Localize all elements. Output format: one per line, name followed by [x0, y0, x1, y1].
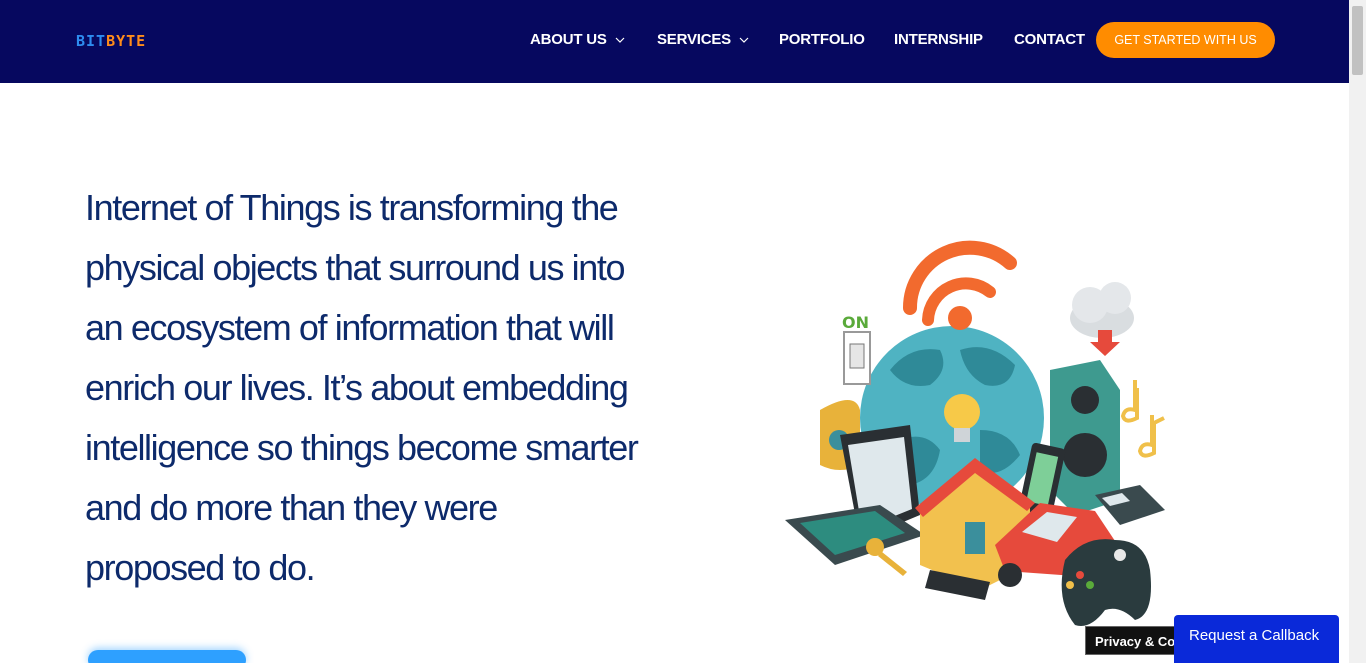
vertical-scrollbar[interactable] [1349, 0, 1366, 663]
nav-services-label: SERVICES [657, 31, 731, 48]
nav-about-us[interactable]: ABOUT US [530, 31, 625, 48]
nav-internship[interactable]: INTERNSHIP [894, 31, 983, 48]
hero-line: enrich our lives. It’s about embedding [85, 367, 629, 408]
privacy-cookies-button[interactable]: Privacy & Cookies [1085, 626, 1185, 655]
gamepad-icon [1061, 539, 1151, 626]
page: BITBYTE ABOUT US SERVICES PORTFOLIO INTE… [0, 0, 1366, 663]
chevron-down-icon [615, 37, 625, 43]
hero-heading: Internet of Things is transforming the p… [85, 178, 685, 598]
switch-icon: ON [842, 313, 871, 385]
nav-portfolio-label: PORTFOLIO [779, 31, 865, 48]
speaker-icon [1050, 360, 1120, 515]
nav-internship-label: INTERNSHIP [894, 31, 983, 48]
hero-line: proposed to do. [85, 547, 316, 588]
iot-illustration: ON [785, 240, 1165, 626]
hero-line: Internet of Things is transforming the [85, 187, 619, 228]
chevron-down-icon [739, 37, 749, 43]
hero-line: physical objects that surround us into [85, 247, 626, 288]
hero-button[interactable] [88, 650, 246, 663]
laptop-icon [785, 425, 925, 565]
nav-contact-label: CONTACT [1014, 31, 1085, 48]
hero-line: and do more than they were [85, 487, 498, 528]
music-note-icon [1120, 380, 1165, 458]
site-header: BITBYTE ABOUT US SERVICES PORTFOLIO INTE… [0, 0, 1349, 83]
nav-contact[interactable]: CONTACT [1014, 31, 1085, 48]
hero-line: an ecosystem of information that will [85, 307, 615, 348]
scrollbar-thumb[interactable] [1352, 6, 1363, 75]
wifi-icon [902, 240, 1017, 330]
hero-line: intelligence so things become smarter [85, 427, 639, 468]
nav-portfolio[interactable]: PORTFOLIO [779, 31, 865, 48]
nav-about-us-label: ABOUT US [530, 31, 607, 48]
switch-on-label: ON [842, 313, 869, 332]
get-started-button[interactable]: GET STARTED WITH US [1096, 22, 1275, 58]
request-callback-button[interactable]: Request a Callback [1174, 615, 1339, 663]
cloud-icon [1070, 282, 1134, 356]
nav-services[interactable]: SERVICES [657, 31, 749, 48]
